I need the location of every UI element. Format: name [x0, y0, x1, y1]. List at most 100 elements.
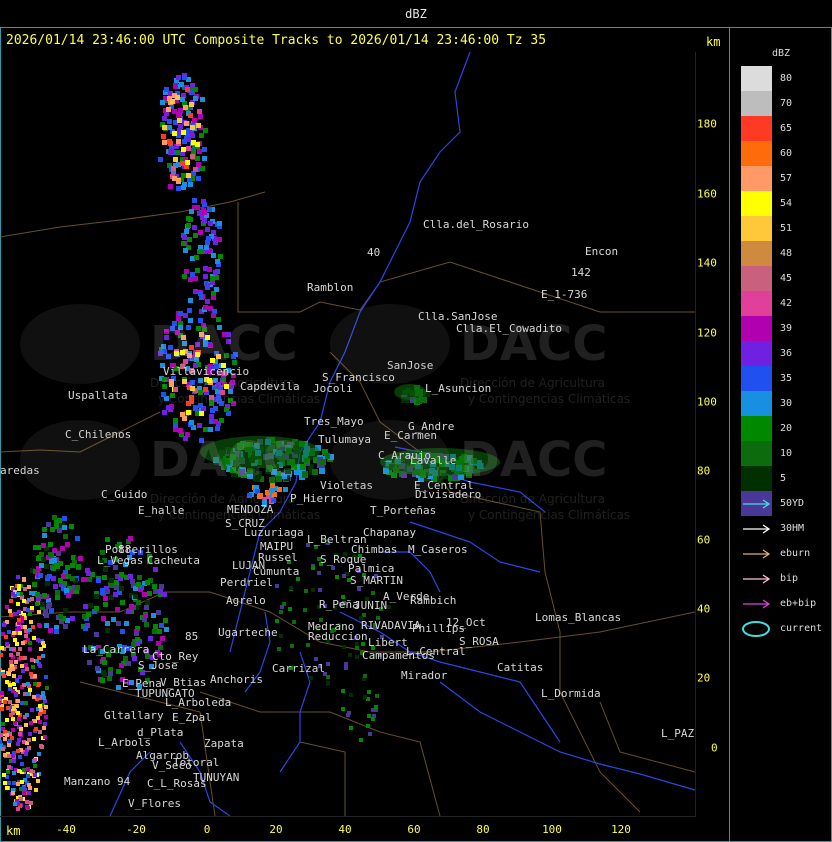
- radar-echo-pixel: [3, 781, 7, 785]
- radar-echo-pixel: [43, 722, 47, 726]
- radar-echo-pixel: [347, 711, 351, 715]
- dbz-swatch-label: 60: [780, 148, 793, 159]
- radar-echo-pixel: [185, 87, 190, 92]
- radar-echo-pixel: [23, 656, 27, 660]
- radar-echo-pixel: [24, 723, 28, 727]
- radar-echo-pixel: [213, 270, 218, 275]
- dacc-logo-line2: y Contingencias Climáticas: [468, 508, 631, 522]
- radar-echo-pixel: [19, 727, 23, 731]
- radar-echo-pixel: [371, 717, 375, 721]
- radar-echo-pixel: [196, 176, 201, 181]
- radar-echo-pixel: [199, 249, 204, 254]
- radar-echo-pixel: [0, 707, 4, 711]
- radar-echo-pixel: [202, 156, 207, 161]
- radar-echo-pixel: [83, 604, 88, 609]
- radar-echo-pixel: [11, 711, 15, 715]
- radar-echo-pixel: [136, 582, 141, 587]
- track-legend-item: [741, 495, 773, 513]
- legend-title: dBZ: [772, 48, 791, 59]
- radar-echo-pixel: [88, 603, 93, 608]
- radar-echo-pixel: [367, 714, 371, 718]
- place-label: Catitas: [497, 661, 544, 674]
- radar-echo-pixel: [213, 419, 218, 424]
- dacc-logo-mark: [330, 304, 450, 384]
- radar-echo-pixel: [209, 414, 214, 419]
- radar-echo-pixel: [207, 207, 212, 212]
- radar-echo-pixel: [114, 585, 119, 590]
- radar-echo-pixel: [17, 584, 21, 588]
- radar-echo-pixel: [290, 644, 294, 648]
- radar-echo-pixel: [38, 712, 42, 716]
- radar-echo-pixel: [194, 255, 199, 260]
- place-label: Perdriel: [220, 576, 273, 589]
- radar-echo-pixel: [177, 118, 182, 123]
- place-label: Phillips: [412, 622, 465, 635]
- radar-echo-pixel: [9, 653, 13, 657]
- y-tick-label: 80: [697, 464, 711, 478]
- radar-echo-pixel: [33, 758, 37, 762]
- radar-echo-pixel: [55, 595, 60, 600]
- radar-echo-pixel: [33, 682, 37, 686]
- place-label: Rambich: [410, 594, 457, 607]
- radar-echo-pixel: [202, 218, 207, 223]
- dbz-swatch: [741, 191, 772, 216]
- radar-echo-pixel: [162, 592, 167, 597]
- storm-cell-area: [394, 384, 426, 400]
- radar-echo-pixel: [344, 666, 348, 670]
- radar-echo-pixel: [6, 706, 10, 710]
- radar-echo-pixel: [218, 254, 223, 259]
- radar-echo-pixel: [311, 566, 315, 570]
- radar-echo-pixel: [215, 426, 220, 431]
- radar-echo-pixel: [163, 618, 168, 623]
- track-legend-item: [741, 620, 773, 638]
- track-legend-label: eb+bip: [780, 598, 817, 609]
- radar-echo-pixel: [317, 571, 321, 575]
- radar-echo-pixel: [130, 579, 135, 584]
- radar-echo-pixel: [311, 588, 315, 592]
- radar-echo-pixel: [123, 656, 128, 661]
- radar-echo-pixel: [25, 713, 29, 717]
- radar-echo-pixel: [12, 706, 16, 710]
- radar-echo-pixel: [119, 663, 124, 668]
- radar-echo-pixel: [137, 575, 142, 580]
- dacc-logo-line1: Dirección de Agricultura: [150, 492, 295, 506]
- dbz-swatch: [741, 391, 772, 416]
- radar-echo-pixel: [14, 693, 18, 697]
- radar-echo-pixel: [342, 645, 346, 649]
- radar-echo-pixel: [126, 661, 131, 666]
- radar-echo-pixel: [182, 235, 187, 240]
- radar-echo-pixel: [182, 75, 187, 80]
- radar-echo-pixel: [41, 543, 46, 548]
- track-arrow-icon: [743, 599, 771, 609]
- radar-echo-pixel: [156, 610, 161, 615]
- radar-map[interactable]: Clla.del_Rosario Encon 142 E_1-736 Ramblon Cl…: [0, 52, 695, 816]
- radar-echo-pixel: [70, 563, 75, 568]
- place-label: L_Dormida: [541, 687, 601, 700]
- radar-echo-pixel: [195, 156, 200, 161]
- radar-echo-pixel: [179, 82, 184, 87]
- radar-echo-pixel: [120, 629, 125, 634]
- dbz-swatch-label: 80: [780, 73, 793, 84]
- radar-echo-pixel: [5, 605, 9, 609]
- radar-echo-pixel: [304, 589, 308, 593]
- window-title: dBZ: [405, 7, 427, 21]
- radar-echo-pixel: [28, 612, 32, 616]
- dacc-logo-line1: Dirección de Agricultura: [460, 376, 605, 390]
- place-label: L_Arbols: [98, 736, 151, 749]
- radar-echo-pixel: [162, 116, 167, 121]
- radar-echo-pixel: [23, 587, 27, 591]
- place-label: P_Hierro: [290, 492, 343, 505]
- radar-echo-pixel: [96, 578, 101, 583]
- radar-echo-pixel: [119, 586, 124, 591]
- radar-echo-pixel: [0, 733, 3, 737]
- track-legend-label: 30HM: [780, 523, 805, 534]
- radar-echo-pixel: [31, 665, 35, 669]
- radar-echo-pixel: [30, 708, 34, 712]
- radar-echo-pixel: [181, 147, 186, 152]
- radar-echo-pixel: [37, 610, 41, 614]
- radar-echo-pixel: [36, 638, 40, 642]
- dbz-swatch-label: 10: [780, 448, 793, 459]
- radar-echo-pixel: [162, 125, 167, 130]
- radar-echo-pixel: [170, 99, 175, 104]
- radar-echo-pixel: [24, 701, 28, 705]
